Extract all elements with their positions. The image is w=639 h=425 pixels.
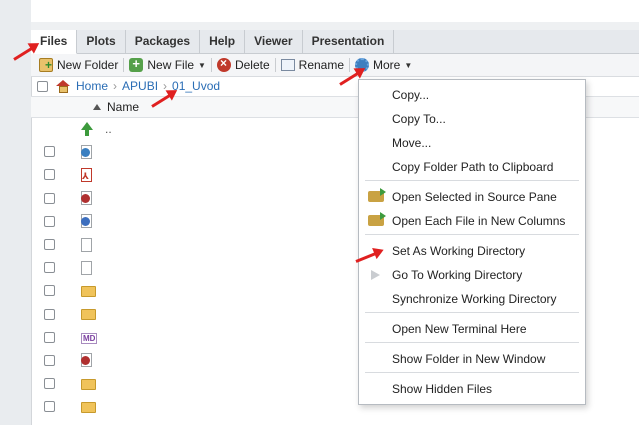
folder-icon — [81, 400, 96, 414]
column-name-header[interactable]: Name — [107, 100, 139, 114]
tab-viewer[interactable]: Viewer — [245, 30, 303, 53]
more-dropdown-menu: Copy... Copy To... Move... Copy Folder P… — [358, 79, 586, 405]
pane-splitter[interactable] — [31, 22, 639, 30]
delete-button[interactable]: Delete — [212, 54, 275, 76]
menu-divider — [365, 180, 579, 181]
markdown-file-icon: MD — [81, 333, 98, 345]
menu-item-open-each[interactable]: Open Each File in New Columns — [359, 210, 585, 232]
row-checkbox[interactable] — [44, 169, 55, 181]
menu-item-synchronize-working-directory[interactable]: Synchronize Working Directory — [359, 288, 585, 310]
menu-item-copy[interactable]: Copy... — [359, 84, 585, 106]
new-file-button[interactable]: New File ▼ — [124, 54, 211, 76]
row-checkbox[interactable] — [44, 331, 55, 343]
files-toolbar: + New Folder New File ▼ Delete Rename Mo… — [31, 54, 639, 77]
rename-button[interactable]: Rename — [276, 54, 349, 76]
chevron-down-icon: ▼ — [198, 60, 206, 70]
breadcrumb-apubi[interactable]: APUBI — [122, 79, 158, 93]
breadcrumb-separator-icon: › — [113, 79, 118, 93]
folder-icon — [81, 307, 96, 321]
tab-help[interactable]: Help — [200, 30, 246, 53]
select-all-checkbox[interactable] — [37, 80, 48, 92]
new-folder-icon: + — [39, 58, 53, 72]
new-folder-label: New Folder — [57, 58, 119, 72]
blank-file-icon — [81, 260, 95, 275]
row-checkbox[interactable] — [44, 401, 55, 413]
menu-item-copy-to[interactable]: Copy To... — [359, 108, 585, 130]
folder-open-icon — [368, 212, 386, 227]
folder-open-icon — [368, 188, 386, 203]
go-to-arrow-icon — [368, 269, 384, 281]
row-checkbox[interactable] — [44, 308, 55, 320]
menu-item-open-selected[interactable]: Open Selected in Source Pane — [359, 186, 585, 208]
menu-divider — [365, 312, 579, 313]
pane-tabs: Files Plots Packages Help Viewer Present… — [31, 30, 639, 54]
breadcrumb-home[interactable]: Home — [76, 79, 108, 93]
rename-icon — [280, 59, 295, 71]
folder-icon — [81, 377, 96, 391]
new-file-icon — [129, 56, 144, 72]
row-checkbox[interactable] — [44, 146, 55, 158]
row-checkbox[interactable] — [44, 215, 55, 227]
row-checkbox[interactable] — [44, 239, 55, 251]
delete-icon — [216, 56, 231, 72]
tab-presentation[interactable]: Presentation — [303, 30, 395, 53]
menu-item-show-folder-new-window[interactable]: Show Folder in New Window — [359, 348, 585, 370]
menu-item-go-to-working-directory[interactable]: Go To Working Directory — [359, 264, 585, 286]
chevron-down-icon: ▼ — [404, 60, 413, 70]
pdf-file-icon: ⅄ — [81, 167, 95, 182]
left-frame — [0, 0, 32, 425]
menu-item-set-working-directory[interactable]: Set As Working Directory — [359, 240, 585, 262]
row-checkbox[interactable] — [44, 285, 55, 297]
tab-packages[interactable]: Packages — [126, 30, 201, 53]
sort-ascending-icon — [93, 104, 101, 110]
tab-plots[interactable]: Plots — [77, 30, 126, 53]
r-script-file-icon — [81, 214, 95, 229]
new-folder-button[interactable]: + New Folder — [31, 54, 123, 76]
rename-label: Rename — [298, 58, 345, 72]
home-icon[interactable] — [56, 79, 71, 93]
menu-divider — [365, 372, 579, 373]
rdata-file-icon — [81, 191, 95, 206]
up-arrow-icon — [81, 121, 95, 136]
menu-item-show-hidden-files[interactable]: Show Hidden Files — [359, 378, 585, 400]
upper-pane — [31, 0, 639, 23]
row-checkbox[interactable] — [44, 192, 55, 204]
row-checkbox[interactable] — [44, 354, 55, 366]
menu-divider — [365, 234, 579, 235]
menu-item-open-terminal[interactable]: Open New Terminal Here — [359, 318, 585, 340]
more-label: More — [373, 58, 401, 72]
new-file-label: New File — [147, 58, 195, 72]
breadcrumb-current[interactable]: 01_Uvod — [172, 79, 220, 93]
menu-item-copy-folder-path[interactable]: Copy Folder Path to Clipboard — [359, 156, 585, 178]
row-checkbox[interactable] — [44, 262, 55, 274]
folder-icon — [81, 284, 96, 298]
rdata-file-icon — [81, 353, 95, 368]
delete-label: Delete — [234, 58, 270, 72]
menu-item-move[interactable]: Move... — [359, 132, 585, 154]
menu-divider — [365, 342, 579, 343]
blank-file-icon — [81, 237, 95, 252]
row-checkbox[interactable] — [44, 378, 55, 390]
web-file-icon — [81, 144, 95, 159]
parent-directory-label: .. — [105, 121, 112, 136]
